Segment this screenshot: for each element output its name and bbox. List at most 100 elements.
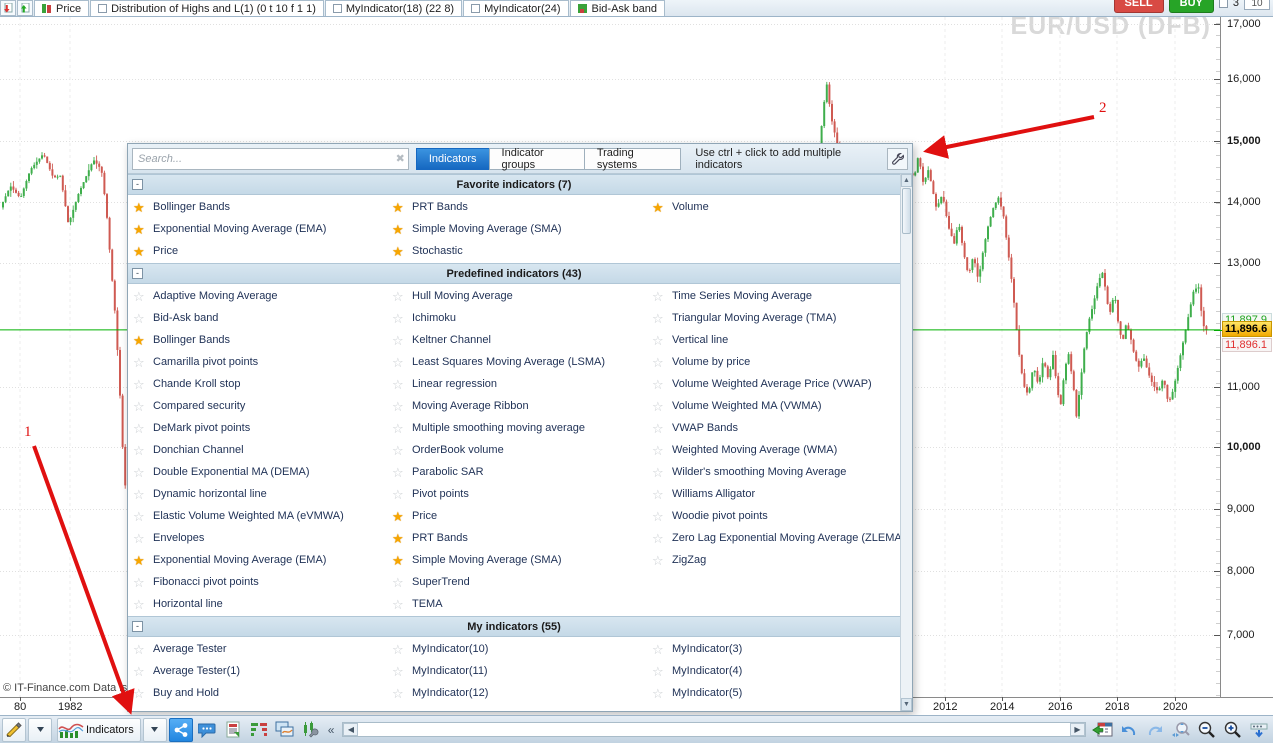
indicator-item[interactable]: ☆ Donchian Channel: [128, 439, 387, 461]
star-outline-icon[interactable]: ☆: [652, 466, 665, 479]
indicator-item[interactable]: ☆ Parabolic SAR: [387, 461, 647, 483]
search-clear-icon[interactable]: ✖: [396, 152, 405, 165]
star-outline-icon[interactable]: ☆: [133, 598, 146, 611]
indicator-item[interactable]: ★ Simple Moving Average (SMA): [387, 549, 647, 571]
indicator-item[interactable]: ★ Bollinger Bands: [128, 329, 387, 351]
indicator-item[interactable]: ☆ Double Exponential MA (DEMA): [128, 461, 387, 483]
collapse-icon[interactable]: -: [132, 621, 143, 632]
star-outline-icon[interactable]: ☆: [133, 643, 146, 656]
buy-button[interactable]: BUY: [1168, 0, 1214, 13]
star-outline-icon[interactable]: ☆: [652, 488, 665, 501]
indicator-item[interactable]: ☆ Dynamic horizontal line: [128, 483, 387, 505]
star-outline-icon[interactable]: ☆: [392, 378, 405, 391]
indicator-item[interactable]: ☆ Williams Alligator: [647, 483, 900, 505]
favorite-star-icon[interactable]: ★: [652, 201, 665, 214]
goto-date-icon[interactable]: [1091, 718, 1115, 742]
share-flow-icon[interactable]: [168, 717, 193, 742]
indicator-item[interactable]: ☆ Horizontal line: [128, 593, 387, 615]
star-outline-icon[interactable]: ☆: [392, 312, 405, 325]
dialog-scrollbar[interactable]: ▲ ▼: [900, 174, 912, 711]
star-outline-icon[interactable]: ☆: [133, 665, 146, 678]
tab-checkbox[interactable]: [332, 4, 342, 13]
star-outline-icon[interactable]: ☆: [652, 334, 665, 347]
undo-icon[interactable]: [1117, 718, 1141, 742]
favorite-star-icon[interactable]: ★: [392, 201, 405, 214]
favorite-star-icon[interactable]: ★: [392, 510, 405, 523]
star-outline-icon[interactable]: ☆: [392, 422, 405, 435]
market-depth-icon[interactable]: [247, 718, 271, 742]
indicator-item[interactable]: ☆ MyIndicator(5): [647, 682, 900, 704]
indicator-item[interactable]: ★ Simple Moving Average (SMA): [387, 218, 647, 240]
star-outline-icon[interactable]: ☆: [133, 312, 146, 325]
scrollbar-thumb[interactable]: [902, 188, 911, 234]
indicator-item[interactable]: ★ Exponential Moving Average (EMA): [128, 218, 387, 240]
indicator-item[interactable]: ☆ Linear regression: [387, 373, 647, 395]
favorite-star-icon[interactable]: ★: [133, 554, 146, 567]
star-outline-icon[interactable]: ☆: [652, 643, 665, 656]
indicator-item[interactable]: ☆ Bid-Ask band: [128, 307, 387, 329]
zoom-in-icon[interactable]: [1221, 718, 1245, 742]
indicator-item[interactable]: ☆ Pivot points: [387, 483, 647, 505]
dialog-tab-indicators[interactable]: Indicators: [415, 147, 490, 170]
indicator-item[interactable]: ☆ TEMA: [387, 593, 647, 615]
indicator-item[interactable]: ★ Price: [128, 240, 387, 262]
indicator-item[interactable]: ☆ Multiple smoothing moving average: [387, 417, 647, 439]
indicator-item[interactable]: ☆ Compared security: [128, 395, 387, 417]
chart-tab-4[interactable]: Bid-Ask band: [569, 0, 665, 16]
indicator-item[interactable]: ★ Stochastic: [387, 240, 647, 262]
backtest-icon[interactable]: [299, 718, 323, 742]
star-outline-icon[interactable]: ☆: [392, 665, 405, 678]
indicator-item[interactable]: ☆ Zero Lag Exponential Moving Average (ZL…: [647, 527, 900, 549]
star-outline-icon[interactable]: ☆: [133, 422, 146, 435]
indicator-item[interactable]: ★ Exponential Moving Average (EMA): [128, 549, 387, 571]
indicator-item[interactable]: ☆ Keltner Channel: [387, 329, 647, 351]
favorite-star-icon[interactable]: ★: [392, 223, 405, 236]
indicator-item[interactable]: ☆ Average Tester(1): [128, 660, 387, 682]
indicator-item[interactable]: ★ Price: [387, 505, 647, 527]
indicator-item[interactable]: ☆ Average Tester: [128, 638, 387, 660]
chat-icon[interactable]: [195, 718, 219, 742]
favorite-star-icon[interactable]: ★: [133, 245, 146, 258]
star-outline-icon[interactable]: ☆: [133, 510, 146, 523]
import-up-icon[interactable]: [17, 0, 33, 16]
star-outline-icon[interactable]: ☆: [652, 400, 665, 413]
indicator-item[interactable]: ★ PRT Bands: [387, 196, 647, 218]
star-outline-icon[interactable]: ☆: [392, 290, 405, 303]
star-outline-icon[interactable]: ☆: [652, 554, 665, 567]
indicator-item[interactable]: ★ Bollinger Bands: [128, 196, 387, 218]
indicator-item[interactable]: ☆ Volume Weighted MA (VWMA): [647, 395, 900, 417]
indicator-item[interactable]: ☆ Moving Average Ribbon: [387, 395, 647, 417]
indicator-item[interactable]: ☆ Time Series Moving Average: [647, 285, 900, 307]
dialog-tab-indicator-groups[interactable]: Indicator groups: [488, 147, 585, 171]
news-icon[interactable]: [221, 718, 245, 742]
star-outline-icon[interactable]: ☆: [133, 488, 146, 501]
favorite-star-icon[interactable]: ★: [133, 334, 146, 347]
star-outline-icon[interactable]: ☆: [392, 488, 405, 501]
favorite-star-icon[interactable]: ★: [392, 532, 405, 545]
dialog-tab-trading-systems[interactable]: Trading systems: [583, 147, 682, 171]
star-outline-icon[interactable]: ☆: [133, 532, 146, 545]
workspaces-icon[interactable]: [273, 718, 297, 742]
star-outline-icon[interactable]: ☆: [652, 422, 665, 435]
indicator-item[interactable]: ☆ Elastic Volume Weighted MA (eVMWA): [128, 505, 387, 527]
indicator-item[interactable]: ☆ Weighted Moving Average (WMA): [647, 439, 900, 461]
indicator-item[interactable]: ☆ Triangular Moving Average (TMA): [647, 307, 900, 329]
wrench-icon[interactable]: [887, 147, 908, 170]
star-outline-icon[interactable]: ☆: [392, 576, 405, 589]
indicator-item[interactable]: ☆ Fibonacci pivot points: [128, 571, 387, 593]
indicator-item[interactable]: ☆ Least Squares Moving Average (LSMA): [387, 351, 647, 373]
search-input[interactable]: [132, 147, 409, 170]
star-outline-icon[interactable]: ☆: [133, 356, 146, 369]
star-outline-icon[interactable]: ☆: [133, 400, 146, 413]
scrollbar-left-icon[interactable]: ◀: [343, 723, 359, 736]
indicator-item[interactable]: ☆ Envelopes: [128, 527, 387, 549]
indicator-item[interactable]: ★ PRT Bands: [387, 527, 647, 549]
indicators-button[interactable]: Indicators: [57, 717, 141, 742]
collapse-chevrons-icon[interactable]: «: [325, 723, 338, 737]
indicator-item[interactable]: ☆ Buy and Hold: [128, 682, 387, 704]
star-outline-icon[interactable]: ☆: [133, 466, 146, 479]
star-outline-icon[interactable]: ☆: [133, 687, 146, 700]
indicator-item[interactable]: ★ Volume: [647, 196, 900, 218]
star-outline-icon[interactable]: ☆: [392, 466, 405, 479]
chart-tab-0[interactable]: Price: [34, 0, 90, 16]
